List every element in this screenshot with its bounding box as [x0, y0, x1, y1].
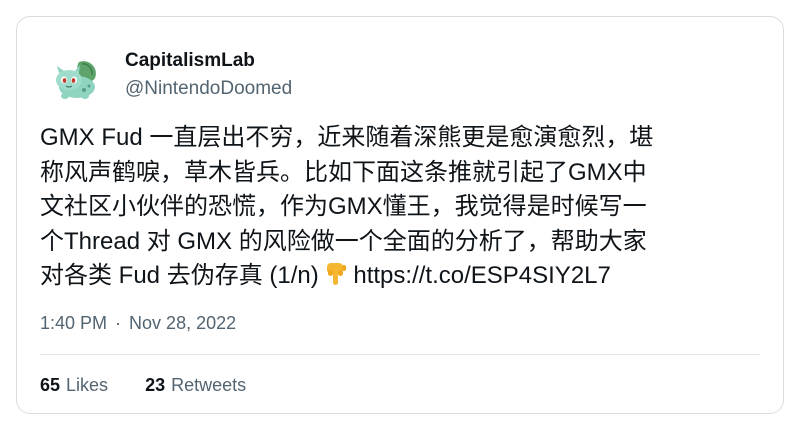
tweet-card: CapitalismLab @NintendoDoomed GMX Fud 一直…	[16, 16, 784, 414]
avatar[interactable]	[49, 50, 105, 106]
retweets-stat[interactable]: 23 Retweets	[145, 375, 246, 396]
retweets-label: Retweets	[171, 375, 247, 395]
tweet-text-segment: 对各类 Fud 去伪存真 (1/n)	[40, 262, 326, 289]
tweet-text-line: 个Thread 对 GMX 的风险做一个全面的分析了，帮助大家	[40, 227, 647, 255]
tweet-text-line-last: 对各类 Fud 去伪存真 (1/n) https://t.co/ESP4SIY2…	[40, 259, 768, 294]
tweet-meta: 1:40 PM · Nov 28, 2022	[40, 313, 236, 334]
tweet-time[interactable]: 1:40 PM	[40, 313, 107, 333]
tweet-text: GMX Fud 一直层出不穷，近来随着深熊更是愈演愈烈，堪 称风声鹤唳，草木皆兵…	[40, 121, 768, 294]
tweet-text-line: GMX Fud 一直层出不穷，近来随着深熊更是愈演愈烈，堪	[40, 124, 654, 151]
meta-separator: ·	[115, 313, 122, 333]
author-name[interactable]: CapitalismLab	[125, 50, 255, 72]
retweets-count: 23	[145, 375, 166, 395]
tweet-link[interactable]: https://t.co/ESP4SIY2L7	[353, 262, 610, 289]
tweet-text-line: 文社区小伙伴的恐慌，作为GMX懂王，我觉得是时候写一	[40, 193, 647, 220]
author-handle[interactable]: @NintendoDoomed	[125, 78, 292, 100]
tweet-date[interactable]: Nov 28, 2022	[129, 313, 236, 333]
likes-stat[interactable]: 65 Likes	[40, 375, 108, 396]
divider	[40, 354, 760, 355]
bulbasaur-avatar-icon	[49, 50, 105, 106]
tweet-text-line: 称风声鹤唳，草木皆兵。比如下面这条推就引起了GMX中	[40, 158, 647, 186]
likes-count: 65	[40, 375, 61, 395]
likes-label: Likes	[66, 375, 109, 395]
tweet-stats: 65 Likes 23 Retweets	[40, 375, 246, 396]
backhand-index-pointing-down-icon	[327, 263, 347, 285]
